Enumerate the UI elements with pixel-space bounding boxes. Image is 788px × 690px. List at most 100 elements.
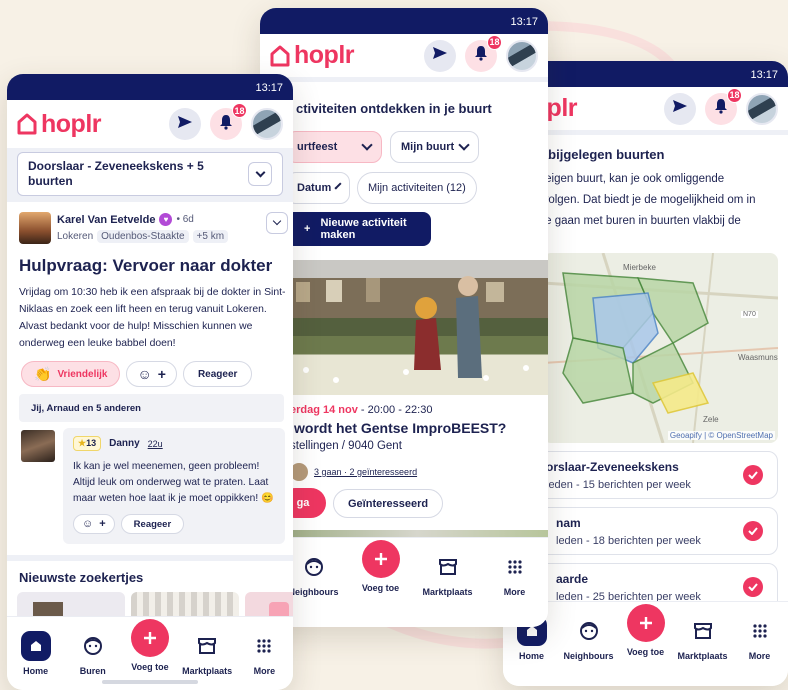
- map-label: Waasmunst: [738, 353, 778, 362]
- event-datetime: erdag 14 nov - 20:00 - 22:30: [290, 404, 433, 416]
- comment-text: Ik kan je wel meenemen, geen probleem! A…: [73, 461, 274, 504]
- bell-icon: [714, 98, 728, 119]
- chevron-down-icon: [334, 182, 342, 190]
- category-filter[interactable]: urtfeest: [286, 131, 382, 163]
- location-select[interactable]: Doorslaar - Zeveneekskens + 5 buurten: [17, 152, 283, 196]
- bell-icon: [219, 114, 233, 135]
- map-attribution: Geoapify | © OpenStreetMap: [667, 431, 775, 440]
- page-title: ctiviteiten ontdekken in je buurt: [296, 101, 492, 116]
- send-icon: [432, 46, 448, 65]
- likes-summary[interactable]: Jij, Arnaud en 5 anderen: [19, 394, 284, 422]
- app-header: hoplr 18: [7, 100, 293, 148]
- reply-button[interactable]: Reageer: [120, 514, 185, 534]
- nav-marketplace[interactable]: Marktplaats: [675, 616, 731, 661]
- smiley-icon: ☺: [82, 518, 94, 530]
- send-button[interactable]: [664, 92, 696, 125]
- house-logo-icon: [17, 113, 37, 135]
- commenter-avatar[interactable]: [21, 430, 55, 462]
- hoplr-logo: hoplr: [17, 110, 102, 139]
- neighbourhood-name: orslaar-Zeveneekskens: [546, 460, 679, 474]
- post-body: Vrijdag om 10:30 heb ik een afspraak bij…: [19, 287, 286, 349]
- event-title[interactable]: wordt het Gentse ImproBEEST?: [294, 420, 506, 436]
- page-title: nabijgelegen buurten: [533, 147, 665, 162]
- chevron-down-icon: [361, 139, 373, 151]
- author-avatar[interactable]: [19, 212, 51, 244]
- shop-icon: [688, 616, 718, 646]
- notifications-button[interactable]: 18: [210, 103, 247, 140]
- grid-icon: [500, 552, 530, 582]
- friendly-reaction-button[interactable]: 👏 Vriendelijk: [21, 361, 121, 387]
- notification-badge: 18: [232, 103, 247, 118]
- neighbourhood-row[interactable]: nam leden - 18 berichten per week: [513, 507, 778, 555]
- location-selector-bar: Doorslaar - Zeveneekskens + 5 buurten: [7, 148, 293, 202]
- home-icon: [20, 631, 51, 661]
- nav-home[interactable]: Home: [8, 631, 64, 676]
- neighbourhood-tag[interactable]: Oudenbos-Staakte: [97, 230, 189, 243]
- reply-button[interactable]: Reageer: [182, 361, 253, 387]
- nav-marketplace[interactable]: Marktplaats: [179, 631, 235, 676]
- attendance[interactable]: 3 gaan · 2 geïnteresseerd: [290, 463, 417, 481]
- add-reaction-button[interactable]: ☺ +: [73, 514, 115, 534]
- notification-badge: 18: [727, 87, 742, 103]
- plus-icon: +: [99, 518, 106, 530]
- map-label: Zele: [703, 415, 719, 424]
- section-title: Nieuwste zoekertjes: [19, 570, 144, 585]
- grid-icon: [249, 631, 279, 661]
- notifications-button[interactable]: 18: [465, 34, 502, 72]
- avatar[interactable]: [746, 92, 778, 125]
- send-icon: [177, 115, 193, 134]
- post-time: • 6d: [176, 214, 194, 225]
- post-title[interactable]: Hulpvraag: Vervoer naar dokter: [19, 256, 289, 276]
- plus-icon: +: [304, 223, 311, 235]
- nav-neighbours[interactable]: Buren: [65, 631, 121, 676]
- nav-more[interactable]: More: [732, 616, 788, 661]
- intro-text: je eigen buurt, kan je ook omliggende n …: [533, 173, 756, 227]
- nav-neighbours[interactable]: Neighbours: [561, 616, 617, 661]
- notification-badge: 18: [487, 34, 502, 50]
- bottom-nav: Neighbours Voeg toe Marktplaats More: [260, 537, 548, 627]
- nav-more[interactable]: More: [236, 631, 292, 676]
- reaction-row: 👏 Vriendelijk ☺ + Reageer: [21, 361, 253, 387]
- send-button[interactable]: [169, 108, 201, 140]
- area-filter[interactable]: Mijn buurt: [390, 131, 480, 163]
- event-image[interactable]: [286, 260, 548, 395]
- nav-more[interactable]: More: [487, 552, 543, 597]
- notifications-button[interactable]: 18: [705, 87, 742, 125]
- add-reaction-button[interactable]: ☺ +: [126, 361, 177, 387]
- my-activities-button[interactable]: Mijn activiteiten (12): [357, 172, 477, 204]
- check-icon[interactable]: [743, 465, 763, 485]
- check-icon[interactable]: [743, 577, 763, 597]
- shop-icon: [433, 552, 463, 582]
- score-badge: ★13: [73, 436, 102, 451]
- check-icon[interactable]: [743, 521, 763, 541]
- neighbourhood-map[interactable]: Mierbeke Zele N70 Waasmunst Geoapify | ©…: [543, 253, 778, 443]
- nav-add[interactable]: Voeg toe: [122, 619, 178, 672]
- send-button[interactable]: [424, 39, 456, 72]
- grid-icon: [745, 616, 775, 646]
- plus-icon: [626, 604, 665, 642]
- bell-icon: [474, 45, 488, 66]
- neighbourhood-row[interactable]: orslaar-Zeveneekskens leden - 15 bericht…: [513, 451, 778, 499]
- star-icon: ★: [78, 438, 87, 448]
- commenter-name[interactable]: Danny: [109, 438, 140, 449]
- nav-marketplace[interactable]: Marktplaats: [420, 552, 476, 597]
- event-location: stellingen / 9040 Gent: [290, 440, 402, 452]
- date-filter[interactable]: Datum: [286, 172, 350, 204]
- shop-icon: [192, 631, 222, 661]
- send-icon: [672, 99, 688, 118]
- post-menu-button[interactable]: [266, 212, 288, 234]
- nav-neighbours[interactable]: Neighbours: [286, 552, 342, 597]
- interested-button[interactable]: Geïnteresseerd: [333, 489, 444, 518]
- status-bar: 13:17: [260, 8, 548, 34]
- avatar[interactable]: [251, 108, 283, 140]
- author-name[interactable]: Karel Van Eetvelde: [57, 214, 155, 226]
- new-activity-button[interactable]: + Nieuwe activiteit maken: [286, 212, 431, 246]
- distance-tag: +5 km: [192, 230, 229, 243]
- neighbourhood-stats: leden - 18 berichten per week: [556, 535, 701, 547]
- avatar[interactable]: [506, 39, 538, 72]
- nav-add[interactable]: Voeg toe: [618, 604, 674, 657]
- house-logo-icon: [270, 45, 290, 66]
- comment-time: 22u: [147, 438, 163, 449]
- nav-add[interactable]: Voeg toe: [353, 540, 409, 593]
- chevron-down-icon: [248, 162, 272, 186]
